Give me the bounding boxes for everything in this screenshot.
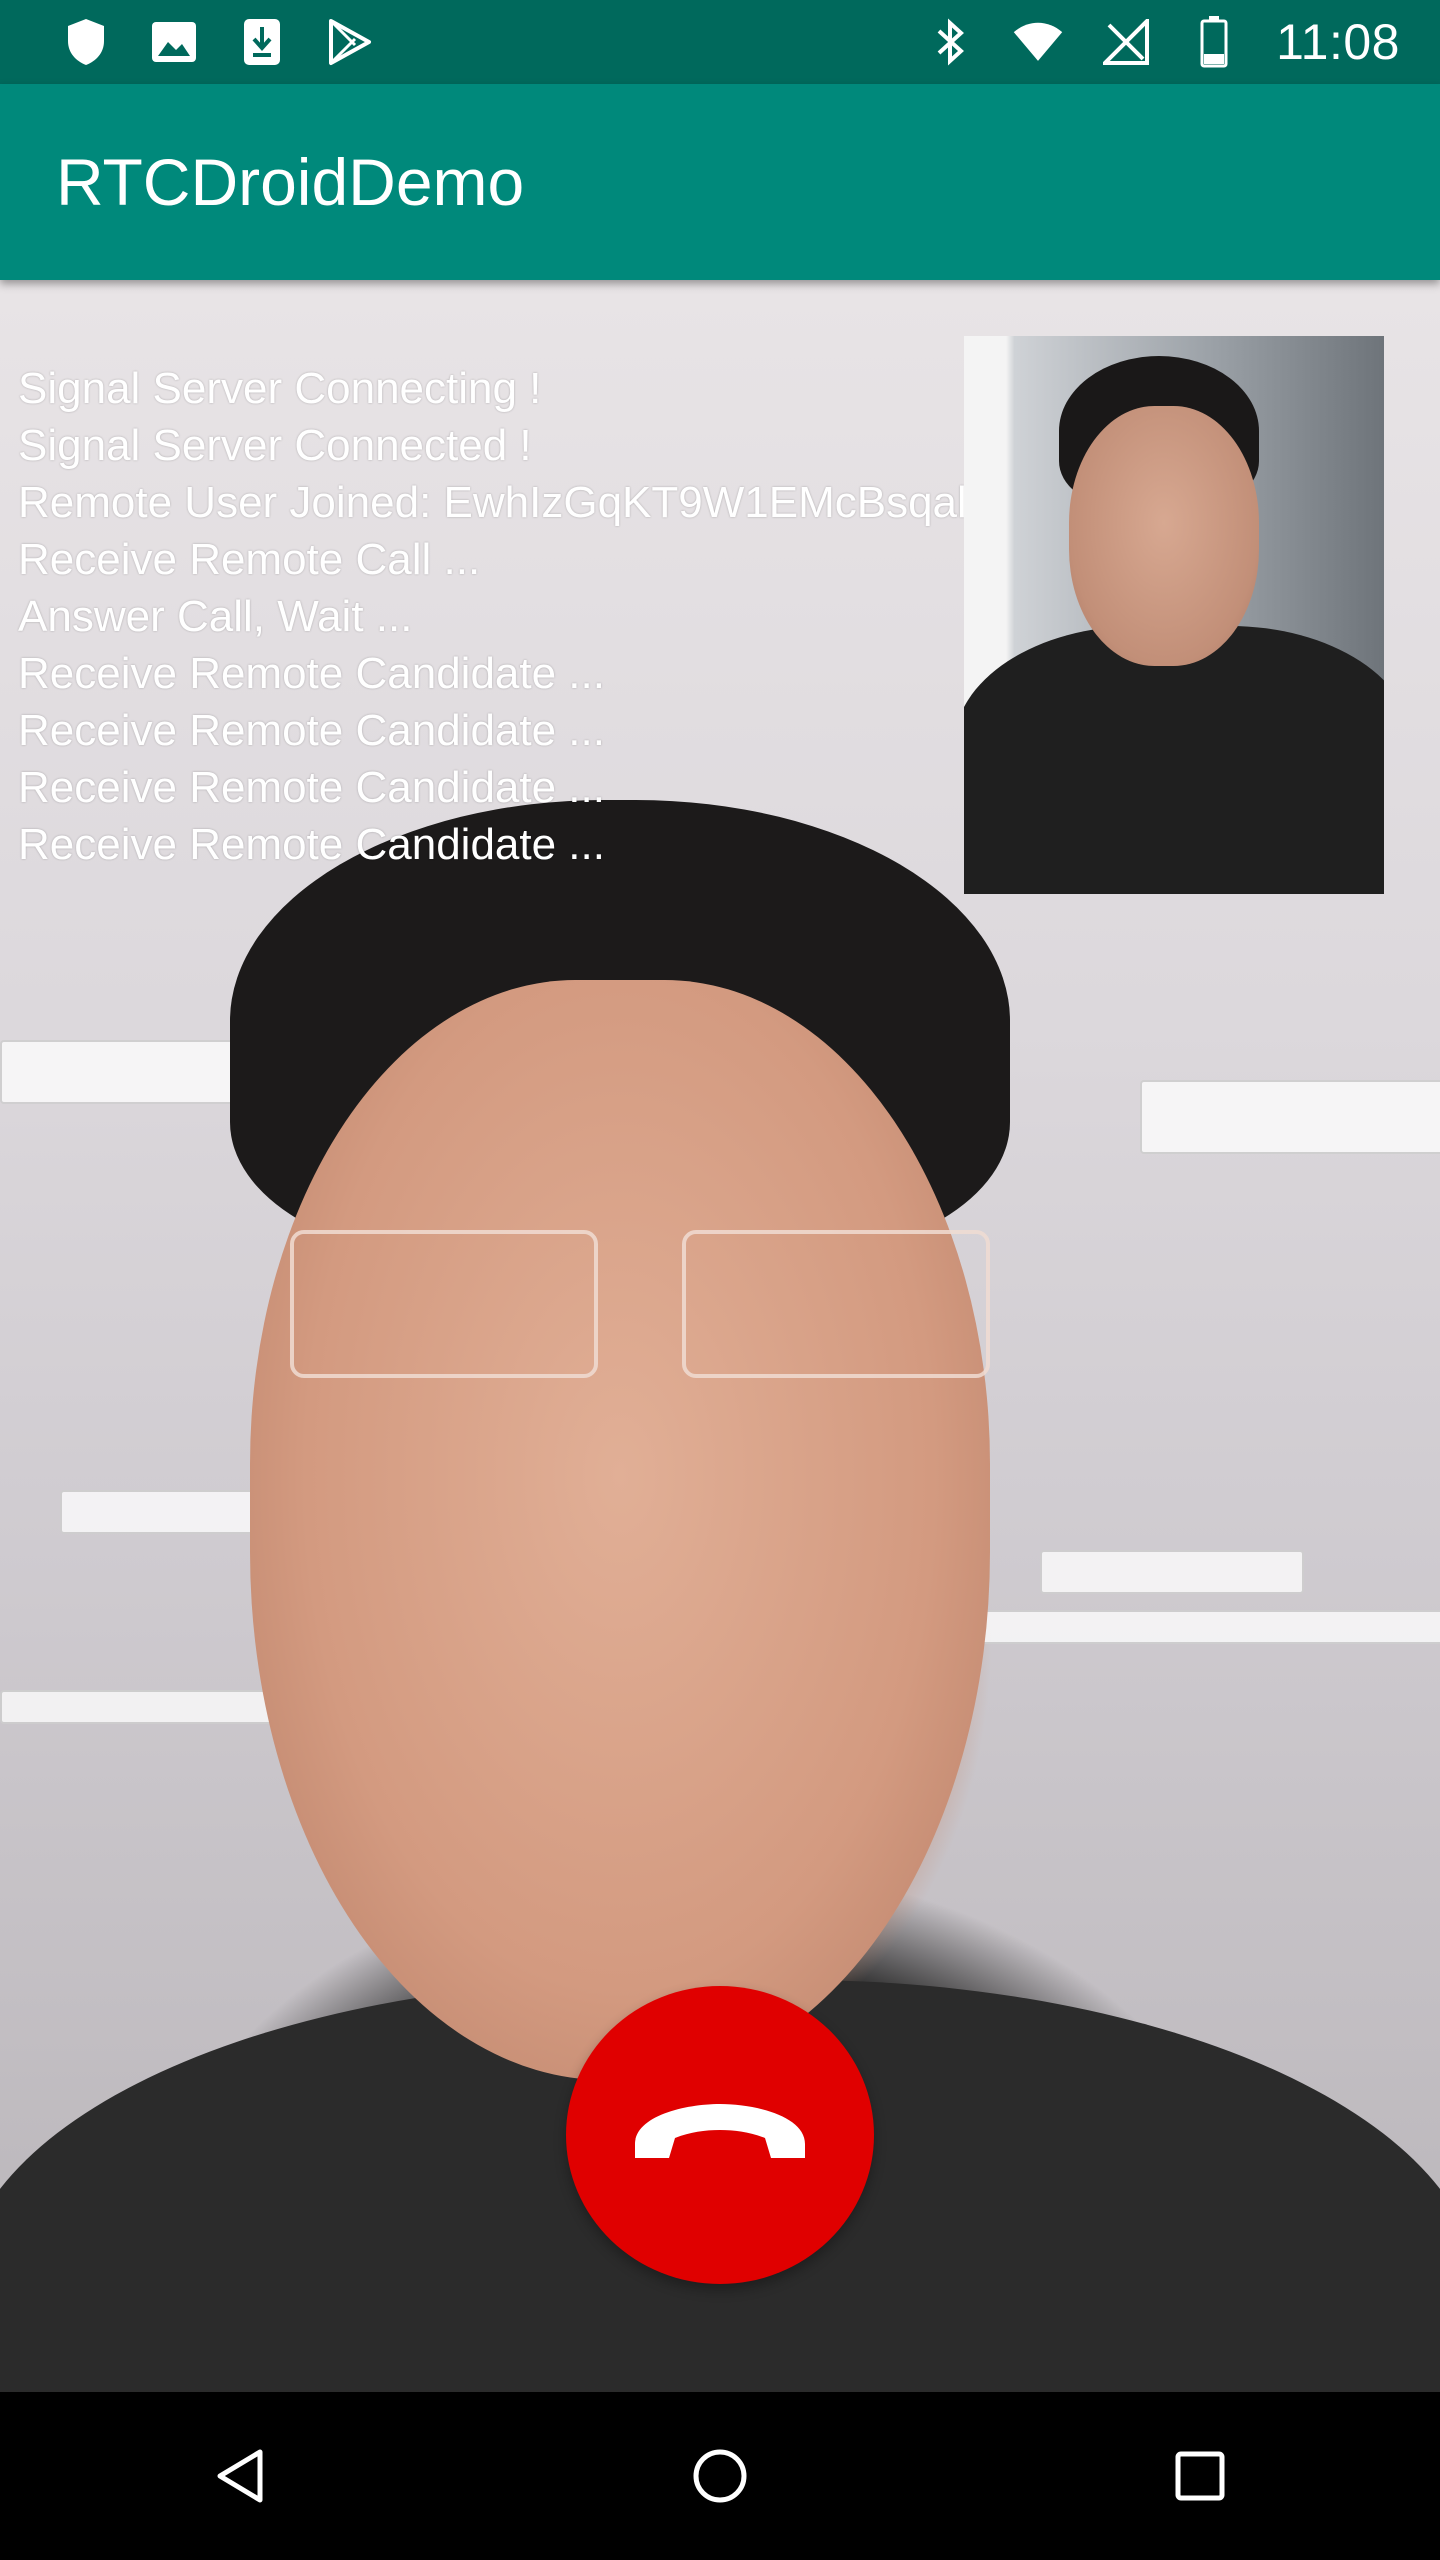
recents-icon	[1175, 2451, 1225, 2501]
call-log: Signal Server Connecting ! Signal Server…	[18, 360, 967, 873]
wifi-icon	[1012, 16, 1064, 68]
ceiling-light	[1040, 1550, 1304, 1594]
navigation-bar	[0, 2392, 1440, 2560]
glasses-lens	[290, 1230, 598, 1378]
home-button[interactable]	[660, 2416, 780, 2536]
app-title: RTCDroidDemo	[56, 145, 525, 219]
log-line: Receive Remote Call ...	[18, 535, 481, 584]
log-line: Signal Server Connecting !	[18, 364, 542, 413]
ceiling-light	[960, 1610, 1440, 1644]
pip-person-shirt	[964, 626, 1384, 894]
home-icon	[693, 2449, 747, 2503]
log-line: Answer Call, Wait ...	[18, 592, 413, 641]
log-line: Signal Server Connected !	[18, 421, 532, 470]
play-store-icon	[324, 16, 376, 68]
shield-icon	[60, 16, 112, 68]
recents-button[interactable]	[1140, 2416, 1260, 2536]
back-button[interactable]	[180, 2416, 300, 2536]
log-line: Remote User Joined: EwhIzGqKT9W1EMcBsqal	[18, 478, 967, 527]
local-video[interactable]	[964, 336, 1384, 894]
ceiling-light	[60, 1490, 264, 1534]
back-icon	[217, 2449, 263, 2503]
status-notification-icons	[60, 16, 376, 68]
ceiling-light	[0, 1040, 244, 1104]
glasses-lens	[682, 1230, 990, 1378]
log-line: Receive Remote Candidate ...	[18, 649, 605, 698]
person-glasses	[290, 1230, 990, 1380]
phone-hangup-icon	[625, 2098, 815, 2173]
status-bar: 11:08	[0, 0, 1440, 84]
log-line: Receive Remote Candidate ...	[18, 763, 605, 812]
image-icon	[148, 16, 200, 68]
log-line: Receive Remote Candidate ...	[18, 706, 605, 755]
app-bar: RTCDroidDemo	[0, 84, 1440, 280]
hangup-button[interactable]	[566, 1986, 874, 2284]
ceiling-light	[0, 1690, 304, 1724]
log-line: Receive Remote Candidate ...	[18, 820, 605, 869]
status-time: 11:08	[1276, 14, 1400, 70]
person-face	[250, 980, 990, 2080]
signal-off-icon	[1100, 16, 1152, 68]
ceiling-light	[1140, 1080, 1440, 1154]
download-icon	[236, 16, 288, 68]
pip-person-face	[1069, 406, 1259, 666]
bluetooth-icon	[924, 16, 976, 68]
status-system-icons: 11:08	[924, 13, 1400, 71]
battery-icon	[1188, 16, 1240, 68]
